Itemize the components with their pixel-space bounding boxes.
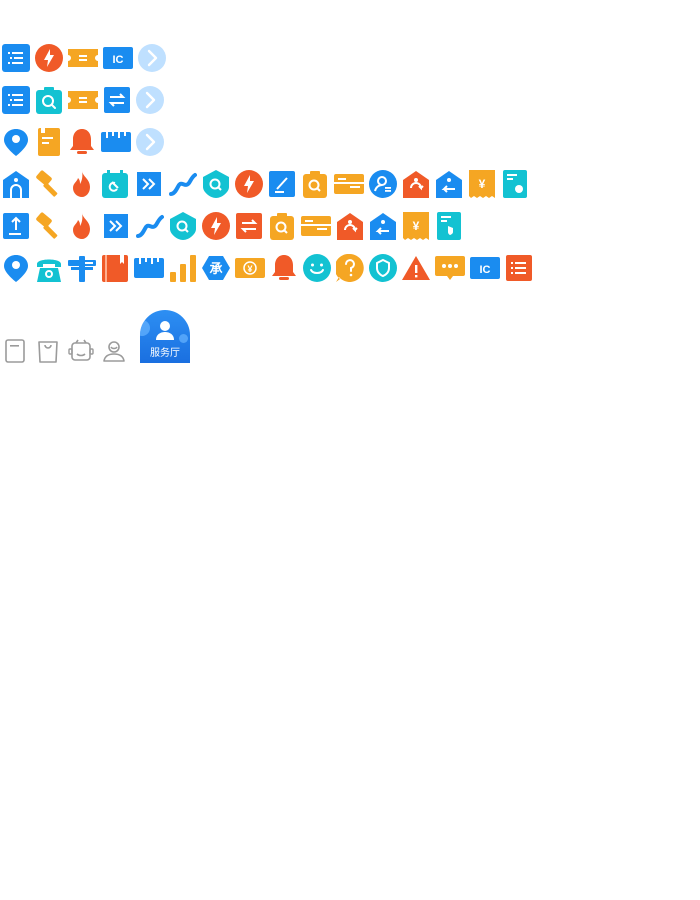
icon-row-1: IC [2, 43, 171, 73]
list-icon[interactable] [2, 86, 30, 114]
decor-bubble [140, 320, 150, 336]
ticket-icon[interactable] [68, 44, 98, 72]
ic-text: IC [480, 264, 491, 276]
help-icon[interactable] [336, 254, 364, 282]
ticket-icon[interactable] [68, 86, 98, 114]
tab-robot-icon[interactable] [68, 338, 94, 364]
ruler-icon[interactable] [101, 128, 131, 156]
bell-icon[interactable] [68, 128, 96, 156]
flame-icon[interactable] [68, 170, 96, 198]
hexagon-cheng-icon[interactable]: 承 [202, 254, 230, 282]
tag-return-icon[interactable] [336, 212, 364, 240]
ic-text: IC [113, 54, 124, 66]
bag-search-icon[interactable] [268, 212, 296, 240]
tab-bar-icons [2, 336, 134, 366]
pole-icon[interactable] [68, 254, 96, 282]
flame-icon[interactable] [68, 212, 96, 240]
bell-icon[interactable] [270, 254, 298, 282]
shield-check-icon[interactable] [369, 254, 397, 282]
bag-search-icon[interactable] [35, 86, 63, 114]
bill-icon[interactable] [501, 170, 529, 198]
receipt-yuan-icon[interactable]: ¥ [468, 170, 496, 198]
lightning-icon[interactable] [235, 170, 263, 198]
home-tag-icon[interactable] [2, 170, 30, 198]
card-icon[interactable] [334, 170, 364, 198]
yuan-text: ¥ [247, 264, 252, 274]
chevron-right-icon[interactable] [136, 86, 164, 114]
icon-row-4: ¥ [2, 169, 534, 199]
cable-icon[interactable] [169, 170, 197, 198]
chevron-right-icon[interactable] [136, 128, 164, 156]
ic-card-icon[interactable]: IC [103, 44, 133, 72]
lightning-icon[interactable] [35, 44, 63, 72]
tag-back-icon[interactable] [435, 170, 463, 198]
tab-document-icon[interactable] [2, 338, 28, 364]
hammer-icon[interactable] [35, 170, 63, 198]
tag-back-icon[interactable] [369, 212, 397, 240]
cheng-text: 承 [209, 262, 222, 277]
edit-icon[interactable] [268, 170, 296, 198]
forward-icon[interactable] [101, 212, 131, 240]
icon-row-2 [2, 85, 169, 115]
location-pin-icon[interactable] [2, 254, 30, 282]
location-pin-icon[interactable] [2, 128, 30, 156]
shield-search-icon[interactable] [169, 212, 197, 240]
icon-row-6: 承 ¥ IC [2, 253, 538, 283]
bill-icon[interactable] [435, 212, 463, 240]
chevron-right-icon[interactable] [138, 44, 166, 72]
cable-icon[interactable] [136, 212, 164, 240]
service-hall-tab[interactable]: 服务厅 [140, 310, 190, 363]
document-icon[interactable] [35, 128, 63, 156]
icon-row-3 [2, 127, 169, 157]
shield-search-icon[interactable] [202, 170, 230, 198]
transfer-icon[interactable] [103, 86, 131, 114]
tag-return-icon[interactable] [402, 170, 430, 198]
calendar-icon[interactable] [101, 170, 129, 198]
forward-icon[interactable] [134, 170, 164, 198]
phone-icon[interactable] [35, 254, 63, 282]
icon-row-5: ¥ [2, 211, 468, 241]
service-hall-person-icon [156, 321, 174, 340]
money-icon[interactable]: ¥ [235, 254, 265, 282]
ic-card-icon[interactable]: IC [470, 254, 500, 282]
user-settings-icon[interactable] [369, 170, 397, 198]
tab-bag-icon[interactable] [35, 338, 61, 364]
warning-icon[interactable] [402, 254, 430, 282]
list-icon[interactable] [505, 254, 533, 282]
receipt-yuan-icon[interactable]: ¥ [402, 212, 430, 240]
bag-search-icon[interactable] [301, 170, 329, 198]
tab-user-icon[interactable] [101, 338, 127, 364]
bar-chart-icon[interactable] [169, 254, 197, 282]
hammer-icon[interactable] [35, 212, 63, 240]
yuan-text: ¥ [413, 219, 420, 233]
list-icon[interactable] [2, 44, 30, 72]
book-icon[interactable] [101, 254, 129, 282]
ruler-icon[interactable] [134, 254, 164, 282]
transfer-icon[interactable] [235, 212, 263, 240]
upload-tag-icon[interactable] [2, 212, 30, 240]
lightning-icon[interactable] [202, 212, 230, 240]
chat-icon[interactable] [435, 254, 465, 282]
yuan-text: ¥ [479, 177, 486, 191]
decor-bubble [179, 334, 188, 343]
smile-icon[interactable] [303, 254, 331, 282]
card-icon[interactable] [301, 212, 331, 240]
service-hall-label: 服务厅 [150, 348, 180, 359]
